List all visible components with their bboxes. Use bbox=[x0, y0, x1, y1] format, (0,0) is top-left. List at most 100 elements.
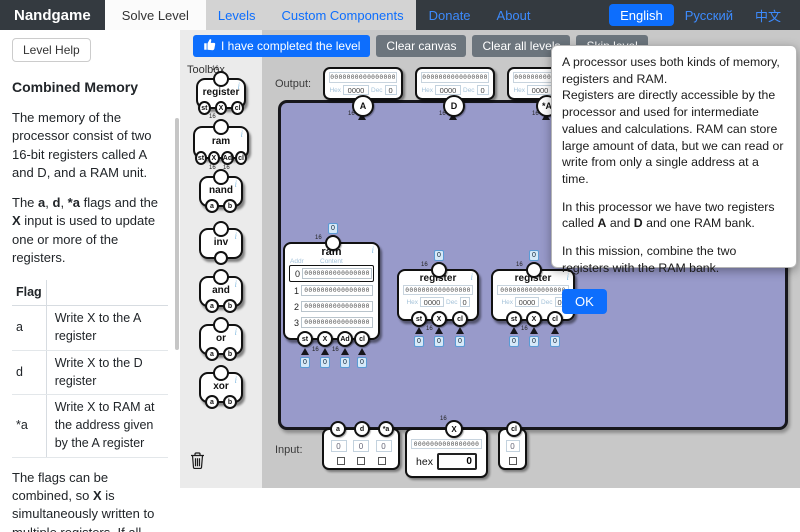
ok-button[interactable]: OK bbox=[562, 288, 607, 314]
pin-st[interactable]: st bbox=[411, 311, 427, 327]
pin-a[interactable]: a bbox=[205, 299, 219, 313]
info-icon[interactable]: i bbox=[237, 81, 240, 91]
pin-x[interactable]: X bbox=[526, 311, 542, 327]
toolbox-component-register[interactable]: 16 i register st X cl bbox=[196, 66, 246, 115]
pin-in[interactable] bbox=[214, 251, 228, 265]
pin-ad[interactable]: Ad bbox=[337, 331, 353, 347]
input-pin-d[interactable]: d bbox=[354, 421, 370, 437]
pin-b[interactable]: b bbox=[223, 395, 237, 409]
ram-value[interactable]: 0000000000000000 bbox=[302, 268, 372, 279]
output-pin[interactable] bbox=[213, 269, 229, 285]
ram-component[interactable]: 0 16 i ram Addr Content 0 00000000000000… bbox=[283, 223, 380, 368]
pin-b[interactable]: b bbox=[223, 347, 237, 361]
info-icon[interactable]: i bbox=[234, 279, 237, 289]
dec-value[interactable]: 0 bbox=[384, 85, 397, 95]
pin-ad[interactable]: Ad bbox=[220, 151, 235, 165]
ram-output-pin[interactable] bbox=[325, 235, 341, 251]
flag-value-a[interactable]: 0 bbox=[330, 440, 347, 452]
info-icon[interactable]: i bbox=[371, 245, 374, 255]
pin-x[interactable]: X bbox=[207, 151, 220, 165]
lang-chinese-link[interactable]: 中文 bbox=[744, 0, 792, 30]
info-icon[interactable]: i bbox=[234, 179, 237, 189]
hex-value[interactable]: 0000 bbox=[515, 297, 539, 307]
input-pin-cl[interactable]: cl bbox=[506, 421, 522, 437]
info-icon[interactable]: i bbox=[234, 231, 237, 241]
pin-st[interactable]: st bbox=[198, 101, 211, 115]
flag-checkbox-d[interactable] bbox=[357, 457, 365, 465]
dec-value[interactable]: 0 bbox=[476, 85, 489, 95]
tab-custom-components[interactable]: Custom Components bbox=[281, 0, 403, 30]
lang-russian-link[interactable]: Русский bbox=[674, 0, 744, 30]
pin-x[interactable]: X bbox=[214, 101, 228, 115]
input-pin-star-a[interactable]: *a bbox=[378, 421, 394, 437]
input-pin-a[interactable]: a bbox=[330, 421, 346, 437]
info-icon[interactable]: i bbox=[234, 327, 237, 337]
clock-value[interactable]: 0 bbox=[505, 440, 520, 452]
hex-value[interactable]: 0000 bbox=[343, 85, 369, 95]
dec-value[interactable]: 0 bbox=[459, 297, 470, 307]
tab-about[interactable]: About bbox=[484, 0, 544, 30]
clock-checkbox[interactable] bbox=[508, 457, 517, 465]
register-output-pin[interactable] bbox=[431, 262, 447, 278]
toolbox-component-and[interactable]: i and a b bbox=[199, 269, 243, 313]
pin-a[interactable]: a bbox=[205, 347, 219, 361]
pin-st[interactable]: st bbox=[297, 331, 313, 347]
hex-input[interactable] bbox=[436, 453, 477, 470]
ram-row-selected[interactable]: 0 0000000000000000 bbox=[289, 265, 374, 282]
hex-value[interactable]: 0000 bbox=[527, 85, 553, 95]
info-icon[interactable]: i bbox=[470, 272, 473, 282]
output-pin[interactable] bbox=[213, 221, 229, 237]
flag-value-d[interactable]: 0 bbox=[353, 440, 369, 452]
toolbox-component-inv[interactable]: i inv bbox=[199, 221, 243, 265]
output-pin[interactable] bbox=[213, 71, 229, 87]
ram-value[interactable]: 0000000000000000 bbox=[301, 317, 373, 328]
pin-cl[interactable]: cl bbox=[231, 101, 245, 115]
flag-checkbox-a[interactable] bbox=[336, 457, 345, 465]
clear-canvas-button[interactable]: Clear canvas bbox=[376, 35, 467, 57]
tab-levels[interactable]: Levels bbox=[218, 0, 256, 30]
info-icon[interactable]: i bbox=[240, 129, 243, 139]
pin-cl[interactable]: cl bbox=[452, 311, 468, 327]
ram-row[interactable]: 1 0000000000000000 bbox=[289, 283, 374, 298]
ram-value[interactable]: 0000000000000000 bbox=[301, 301, 373, 312]
lang-english-button[interactable]: English bbox=[609, 4, 674, 26]
completed-level-button[interactable]: I have completed the level bbox=[193, 35, 371, 57]
pin-b[interactable]: b bbox=[223, 199, 237, 213]
trash-icon[interactable] bbox=[190, 452, 205, 474]
hex-value[interactable]: 0000 bbox=[435, 85, 461, 95]
ram-value[interactable]: 0000000000000000 bbox=[301, 285, 373, 296]
canvas-output-pin-d[interactable]: D bbox=[443, 95, 465, 117]
sidebar-scrollbar[interactable] bbox=[175, 118, 179, 350]
toolbox-component-or[interactable]: i or a b bbox=[199, 317, 243, 361]
toolbox-component-ram[interactable]: 16 i ram st X Ad cl 16 16 bbox=[193, 114, 249, 171]
pin-st[interactable]: st bbox=[506, 311, 522, 327]
pin-x[interactable]: X bbox=[431, 311, 447, 327]
pin-st[interactable]: st bbox=[195, 151, 207, 165]
toolbox-component-xor[interactable]: i xor a b bbox=[199, 365, 243, 409]
ram-row[interactable]: 2 0000000000000000 bbox=[289, 299, 374, 314]
output-pin[interactable] bbox=[213, 365, 229, 381]
output-pin[interactable] bbox=[213, 317, 229, 333]
pin-a[interactable]: a bbox=[205, 199, 219, 213]
toolbox-component-nand[interactable]: i nand a b bbox=[199, 169, 243, 213]
pin-a[interactable]: a bbox=[205, 395, 219, 409]
flag-checkbox-star-a[interactable] bbox=[377, 457, 386, 465]
pin-cl[interactable]: cl bbox=[354, 331, 370, 347]
flag-value-star-a[interactable]: 0 bbox=[375, 440, 392, 452]
pin-x[interactable]: X bbox=[317, 331, 333, 347]
info-icon[interactable]: i bbox=[234, 375, 237, 385]
output-pin[interactable] bbox=[213, 169, 229, 185]
input-pin-x[interactable]: X bbox=[445, 420, 463, 438]
pin-b[interactable]: b bbox=[223, 299, 237, 313]
pin-cl[interactable]: cl bbox=[235, 151, 248, 165]
register-component-1[interactable]: 0 16 i register 0000000000000000 Hex 000… bbox=[397, 250, 479, 347]
ram-row[interactable]: 3 0000000000000000 bbox=[289, 315, 374, 330]
output-pin[interactable] bbox=[213, 119, 229, 135]
canvas-output-pin-a[interactable]: A bbox=[352, 95, 374, 117]
register-output-pin[interactable] bbox=[526, 262, 542, 278]
level-help-button[interactable]: Level Help bbox=[12, 38, 91, 62]
tab-solve-level[interactable]: Solve Level bbox=[104, 0, 206, 30]
hex-value[interactable]: 0000 bbox=[420, 297, 444, 307]
pin-cl[interactable]: cl bbox=[547, 311, 563, 327]
tab-donate[interactable]: Donate bbox=[416, 0, 484, 30]
